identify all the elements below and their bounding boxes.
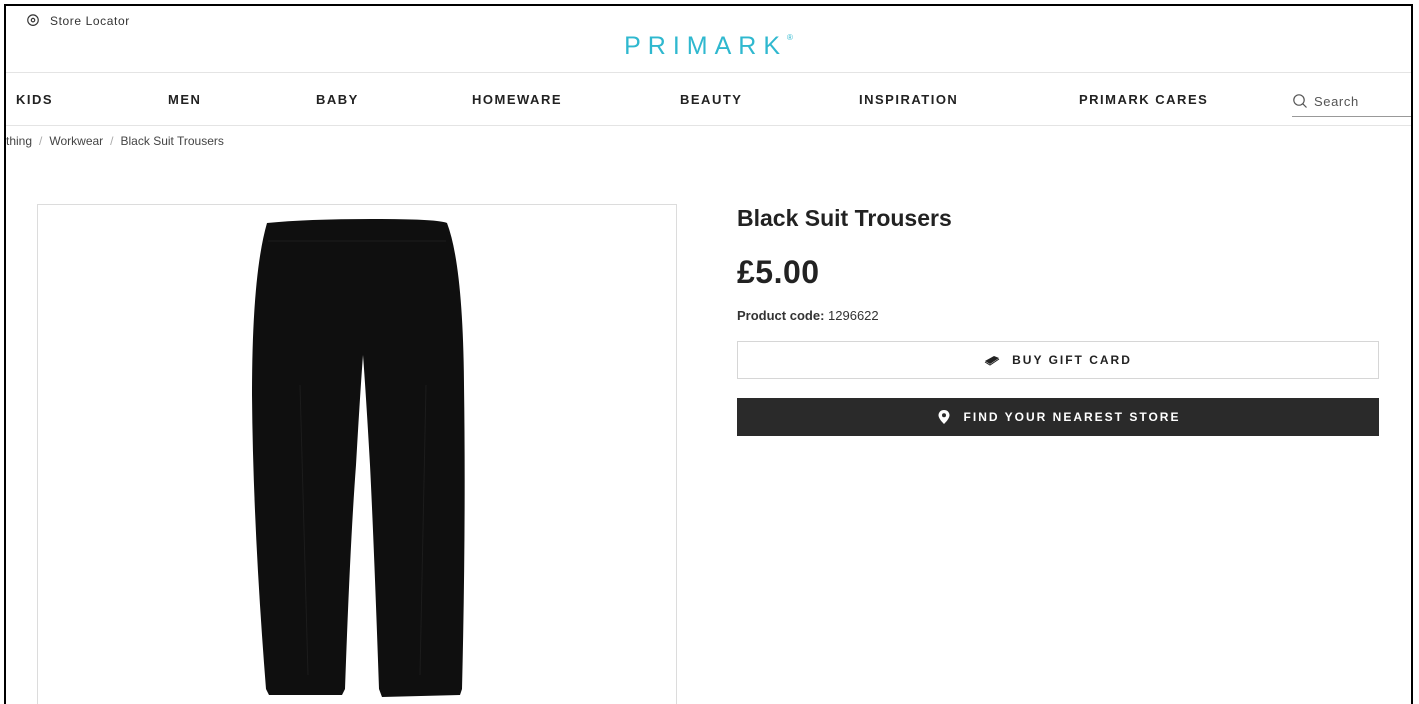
buy-gift-card-label: BUY GIFT CARD	[1012, 353, 1132, 367]
store-locator-link[interactable]: Store Locator	[26, 14, 130, 28]
breadcrumb-separator: /	[110, 134, 114, 148]
browser-viewport: Store Locator PRIMARK® KIDS MEN BABY HOM…	[4, 4, 1413, 704]
product-code: Product code: 1296622	[737, 308, 1379, 323]
primark-logo[interactable]: PRIMARK®	[6, 32, 1411, 61]
nav-item-beauty[interactable]: BEAUTY	[680, 73, 742, 125]
store-locator-label: Store Locator	[50, 14, 130, 28]
logo-text: PRIMARK	[624, 32, 787, 60]
main-navigation: KIDS MEN BABY HOMEWARE BEAUTY INSPIRATIO…	[6, 73, 1411, 126]
buy-gift-card-button[interactable]: BUY GIFT CARD	[737, 341, 1379, 379]
product-image-trousers	[252, 219, 465, 697]
product-title: Black Suit Trousers	[737, 205, 952, 231]
top-bar: Store Locator PRIMARK®	[6, 6, 1411, 73]
breadcrumb-separator: /	[39, 134, 43, 148]
find-nearest-store-label: FIND YOUR NEAREST STORE	[963, 410, 1181, 424]
product-price: £5.00	[737, 254, 820, 290]
nav-item-homeware[interactable]: HOMEWARE	[472, 73, 562, 125]
product-code-label: Product code:	[737, 308, 825, 323]
map-pin-icon	[938, 410, 950, 424]
product-code-value: 1296622	[828, 308, 879, 323]
breadcrumb-item-current: Black Suit Trousers	[120, 134, 224, 148]
nav-item-baby[interactable]: BABY	[316, 73, 359, 125]
gift-card-icon	[984, 356, 1000, 366]
search-placeholder: Search	[1314, 93, 1359, 109]
nav-item-men[interactable]: MEN	[168, 73, 201, 125]
breadcrumb-item-workwear[interactable]: Workwear	[49, 134, 103, 148]
nav-item-inspiration[interactable]: INSPIRATION	[859, 73, 958, 125]
breadcrumb-item-clothing[interactable]: thing	[6, 134, 32, 148]
breadcrumb: thing / Workwear / Black Suit Trousers	[6, 134, 224, 148]
logo-registered-mark: ®	[787, 33, 793, 42]
map-pin-outline-icon	[27, 14, 39, 26]
product-image-frame[interactable]	[37, 204, 677, 704]
search-icon	[1293, 94, 1307, 108]
find-nearest-store-button[interactable]: FIND YOUR NEAREST STORE	[737, 398, 1379, 436]
nav-item-primark-cares[interactable]: PRIMARK CARES	[1079, 73, 1208, 125]
product-details: Black Suit Trousers £5.00 Product code: …	[737, 204, 1379, 436]
search-input[interactable]: Search	[1292, 86, 1411, 117]
nav-item-kids[interactable]: KIDS	[16, 73, 53, 125]
